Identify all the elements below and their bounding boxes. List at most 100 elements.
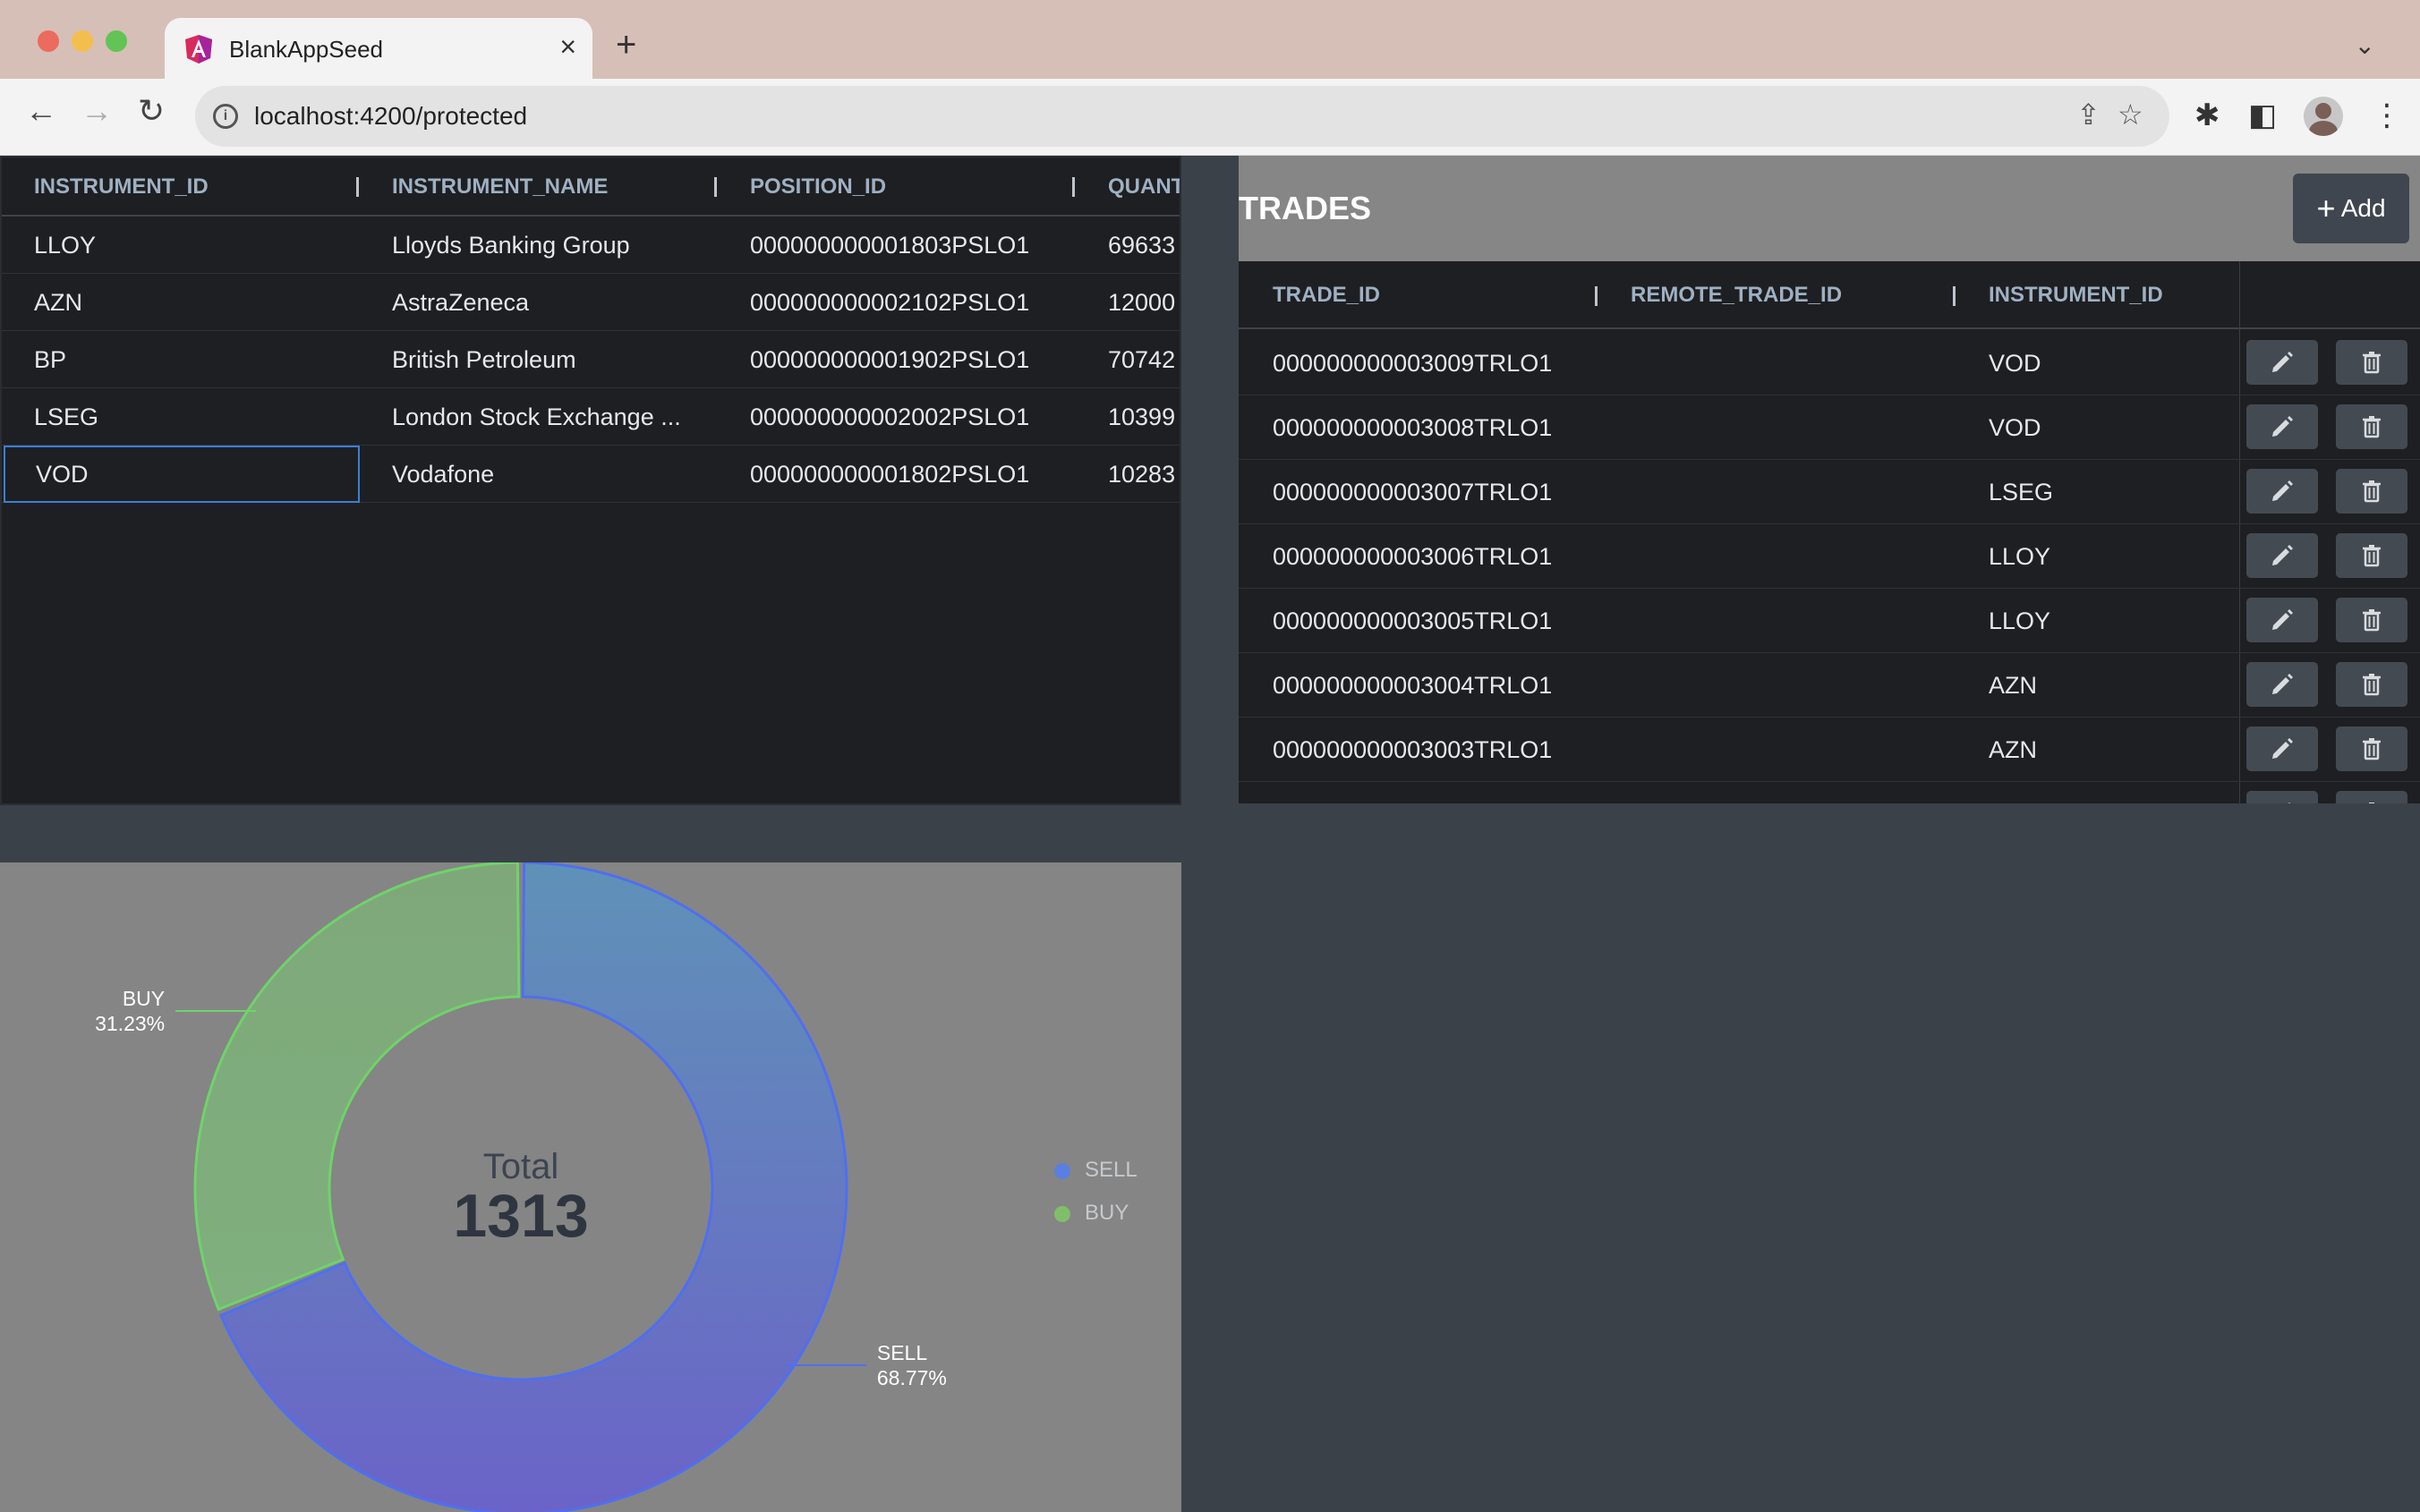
- column-header-position-id[interactable]: POSITION_ID: [750, 157, 886, 217]
- cell-trade-id[interactable]: 000000000003007TRLO1: [1273, 460, 1552, 524]
- edit-button[interactable]: [2246, 598, 2318, 642]
- cell-trade-id[interactable]: 000000000003004TRLO1: [1273, 653, 1552, 718]
- column-resize-handle[interactable]: [714, 177, 717, 197]
- slice-label-percent: 68.77%: [877, 1366, 947, 1389]
- delete-button[interactable]: [2336, 791, 2407, 803]
- cell-instrument-id[interactable]: VOD: [1989, 331, 2041, 395]
- table-row[interactable]: 000000000003004TRLO1 AZN: [1239, 653, 2420, 718]
- table-row-partial: [1239, 782, 2420, 803]
- side-panel-icon[interactable]: ◧: [2248, 100, 2277, 131]
- plus-icon: +: [2316, 190, 2336, 226]
- edit-button[interactable]: [2246, 533, 2318, 578]
- cell-instrument-id[interactable]: AZN: [1989, 718, 2037, 782]
- table-row[interactable]: VOD Vodafone 000000000001802PSLO1 10283: [2, 446, 1180, 503]
- cell-quantity[interactable]: 69633: [1108, 217, 1180, 274]
- cell-instrument-name[interactable]: London Stock Exchange ...: [392, 388, 687, 446]
- cell-position-id[interactable]: 000000000001902PSLO1: [750, 331, 1072, 388]
- legend-dot: [1054, 1163, 1070, 1179]
- cell-instrument-id[interactable]: LSEG: [34, 388, 356, 446]
- chevron-down-icon[interactable]: ⌄: [2355, 30, 2375, 60]
- column-resize-handle[interactable]: [1072, 177, 1075, 197]
- column-header-instrument-name[interactable]: INSTRUMENT_NAME: [392, 157, 608, 217]
- column-header-remote-trade-id[interactable]: REMOTE_TRADE_ID: [1631, 261, 1842, 329]
- cell-instrument-id[interactable]: LLOY: [1989, 589, 2050, 653]
- new-tab-icon[interactable]: +: [616, 27, 636, 63]
- table-row[interactable]: 000000000003006TRLO1 LLOY: [1239, 524, 2420, 589]
- cell-instrument-name[interactable]: AstraZeneca: [392, 274, 687, 331]
- cell-position-id[interactable]: 000000000002102PSLO1: [750, 274, 1072, 331]
- cell-trade-id[interactable]: 000000000003003TRLO1: [1273, 718, 1552, 782]
- cell-instrument-id[interactable]: VOD: [4, 446, 360, 503]
- cell-instrument-id[interactable]: LLOY: [1989, 524, 2050, 589]
- cell-quantity[interactable]: 10399: [1108, 388, 1180, 446]
- cell-instrument-name[interactable]: Vodafone: [392, 446, 687, 503]
- legend-item-sell[interactable]: SELL: [1054, 1149, 1138, 1192]
- cell-instrument-id[interactable]: LLOY: [34, 217, 356, 274]
- table-row[interactable]: 000000000003008TRLO1 VOD: [1239, 395, 2420, 460]
- browser-tab[interactable]: BlankAppSeed ×: [165, 18, 592, 79]
- reload-icon[interactable]: ↻: [138, 95, 165, 127]
- table-row[interactable]: LLOY Lloyds Banking Group 00000000000180…: [2, 217, 1180, 274]
- edit-button[interactable]: [2246, 726, 2318, 771]
- more-menu-icon[interactable]: ⋮: [2372, 100, 2402, 131]
- table-row[interactable]: LSEG London Stock Exchange ... 000000000…: [2, 388, 1180, 446]
- column-resize-handle[interactable]: [356, 177, 359, 197]
- table-row[interactable]: BP British Petroleum 000000000001902PSLO…: [2, 331, 1180, 388]
- close-window-button[interactable]: [38, 30, 59, 52]
- cell-instrument-id[interactable]: BP: [34, 331, 356, 388]
- delete-button[interactable]: [2336, 340, 2407, 385]
- extensions-icon[interactable]: ✱: [2194, 100, 2220, 131]
- close-tab-icon[interactable]: ×: [559, 32, 576, 61]
- cell-instrument-id[interactable]: AZN: [1989, 653, 2037, 718]
- cell-instrument-name[interactable]: British Petroleum: [392, 331, 687, 388]
- table-row[interactable]: 000000000003005TRLO1 LLOY: [1239, 589, 2420, 653]
- delete-button[interactable]: [2336, 404, 2407, 449]
- forward-arrow-icon[interactable]: →: [81, 95, 113, 127]
- column-header-quantity[interactable]: QUANT: [1108, 157, 1180, 217]
- column-header-instrument-id[interactable]: INSTRUMENT_ID: [1989, 261, 2163, 329]
- profile-avatar[interactable]: [2304, 97, 2343, 136]
- edit-button[interactable]: [2246, 340, 2318, 385]
- cell-trade-id[interactable]: 000000000003009TRLO1: [1273, 331, 1552, 395]
- address-bar[interactable]: i localhost:4200/protected ⇪ ☆: [195, 86, 2169, 147]
- maximize-window-button[interactable]: [106, 30, 127, 52]
- cell-position-id[interactable]: 000000000001802PSLO1: [750, 446, 1072, 503]
- edit-button[interactable]: [2246, 469, 2318, 514]
- delete-button[interactable]: [2336, 726, 2407, 771]
- edit-button[interactable]: [2246, 404, 2318, 449]
- cell-trade-id[interactable]: 000000000003006TRLO1: [1273, 524, 1552, 589]
- cell-quantity[interactable]: 70742: [1108, 331, 1180, 388]
- cell-instrument-id[interactable]: AZN: [34, 274, 356, 331]
- cell-quantity[interactable]: 10283: [1108, 446, 1180, 503]
- star-icon[interactable]: ☆: [2118, 100, 2143, 129]
- cell-trade-id[interactable]: 000000000003005TRLO1: [1273, 589, 1552, 653]
- edit-button[interactable]: [2246, 791, 2318, 803]
- table-row[interactable]: AZN AstraZeneca 000000000002102PSLO1 120…: [2, 274, 1180, 331]
- legend-item-buy[interactable]: BUY: [1054, 1192, 1138, 1235]
- table-row[interactable]: 000000000003003TRLO1 AZN: [1239, 718, 2420, 782]
- back-arrow-icon[interactable]: ←: [25, 95, 57, 127]
- column-header-trade-id[interactable]: TRADE_ID: [1273, 261, 1380, 329]
- delete-button[interactable]: [2336, 662, 2407, 707]
- minimize-window-button[interactable]: [72, 30, 93, 52]
- share-icon[interactable]: ⇪: [2076, 100, 2100, 129]
- table-row[interactable]: 000000000003009TRLO1 VOD: [1239, 331, 2420, 395]
- cell-quantity[interactable]: 12000: [1108, 274, 1180, 331]
- cell-position-id[interactable]: 000000000002002PSLO1: [750, 388, 1072, 446]
- cell-trade-id[interactable]: 000000000003008TRLO1: [1273, 395, 1552, 460]
- delete-button[interactable]: [2336, 533, 2407, 578]
- column-resize-handle[interactable]: [1953, 286, 1956, 306]
- delete-button[interactable]: [2336, 598, 2407, 642]
- column-resize-handle[interactable]: [1595, 286, 1598, 306]
- info-icon[interactable]: i: [213, 104, 238, 129]
- cell-instrument-name[interactable]: Lloyds Banking Group: [392, 217, 687, 274]
- cell-position-id[interactable]: 000000000001803PSLO1: [750, 217, 1072, 274]
- cell-instrument-id[interactable]: VOD: [1989, 395, 2041, 460]
- cell-instrument-id[interactable]: LSEG: [1989, 460, 2053, 524]
- browser-toolbar: ← → ↻ i localhost:4200/protected ⇪ ☆ ✱ ◧…: [0, 79, 2420, 156]
- edit-button[interactable]: [2246, 662, 2318, 707]
- add-trade-button[interactable]: + Add: [2293, 174, 2409, 243]
- table-row[interactable]: 000000000003007TRLO1 LSEG: [1239, 460, 2420, 524]
- column-header-instrument-id[interactable]: INSTRUMENT_ID: [34, 157, 209, 217]
- delete-button[interactable]: [2336, 469, 2407, 514]
